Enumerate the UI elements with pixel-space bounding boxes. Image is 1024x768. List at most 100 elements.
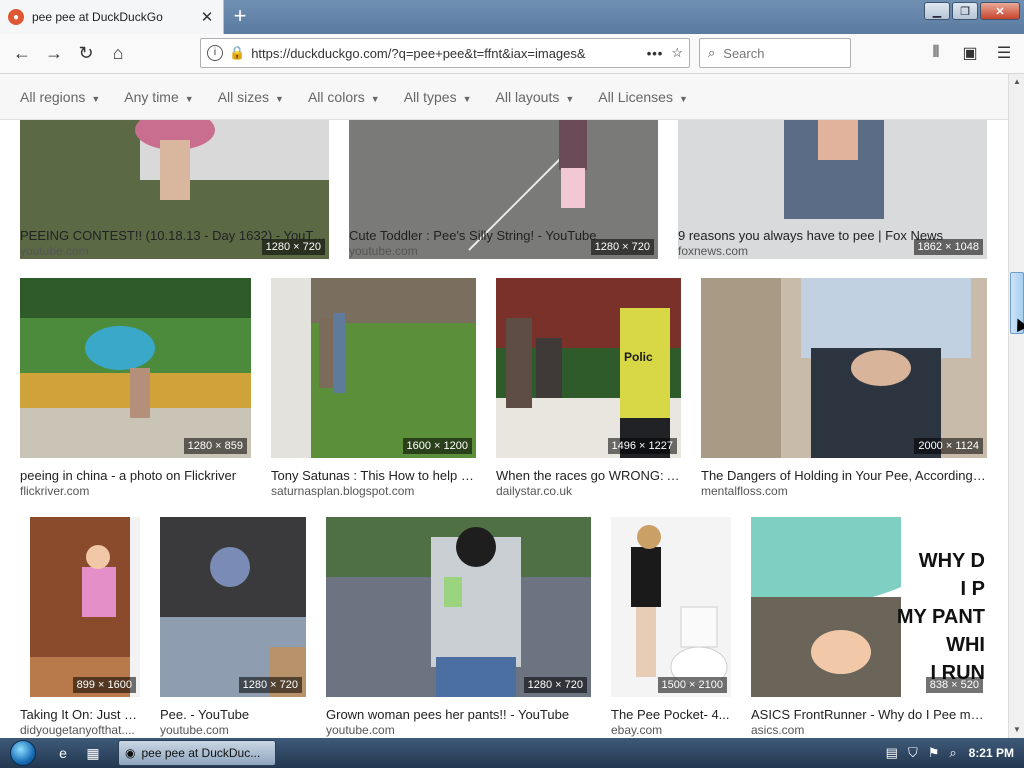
sidebar-icon[interactable]: ▣	[956, 38, 984, 68]
flag-icon[interactable]: ⚑	[928, 745, 940, 761]
filter-licenses[interactable]: All Licenses ▼	[598, 89, 688, 105]
result-domain[interactable]: foxnews.com	[678, 244, 987, 258]
image-dimensions: 1600 × 1200	[402, 438, 472, 454]
new-tab-button[interactable]: +	[226, 4, 254, 30]
chevron-down-icon: ▼	[184, 93, 194, 104]
result-domain[interactable]: youtube.com	[20, 244, 329, 258]
scroll-down-icon[interactable]: ▼	[1009, 722, 1024, 738]
result-thumbnail[interactable]: 2000 × 1124	[701, 278, 987, 458]
explorer-icon[interactable]: ▦	[80, 740, 106, 766]
result-thumbnail[interactable]: 1280 × 720	[326, 517, 591, 697]
page-actions-icon[interactable]: •••	[647, 46, 664, 61]
start-button[interactable]	[0, 738, 46, 768]
chevron-down-icon: ▼	[91, 93, 101, 104]
vertical-scrollbar[interactable]: ▲ ▼	[1008, 74, 1024, 738]
result-domain[interactable]: youtube.com	[326, 723, 591, 737]
result-domain[interactable]: mentalfloss.com	[701, 484, 987, 498]
image-result[interactable]: 1280 × 720 PEEING CONTEST!! (10.18.13 - …	[20, 120, 329, 260]
filter-layouts[interactable]: All layouts ▼	[496, 89, 575, 105]
shield-icon[interactable]: ⛉	[908, 745, 918, 761]
taskbar-window-button[interactable]: ◉ pee pee at DuckDuc...	[118, 740, 276, 766]
scroll-up-icon[interactable]: ▲	[1009, 74, 1024, 90]
window-titlebar: ● pee pee at DuckDuckGo ✕ + ▁ ❐ ✕	[0, 0, 1024, 34]
minimize-button[interactable]: ▁	[924, 2, 950, 20]
result-domain[interactable]: dailystar.co.uk	[496, 484, 681, 498]
result-thumbnail[interactable]: 1600 × 1200	[271, 278, 476, 458]
home-icon[interactable]: ⌂	[102, 38, 134, 70]
tab-title: pee pee at DuckDuckGo	[32, 10, 163, 24]
address-bar[interactable]: i 🔒 https://duckduckgo.com/?q=pee+pee&t=…	[200, 38, 690, 68]
browser-tab[interactable]: ● pee pee at DuckDuckGo ✕	[0, 0, 224, 34]
window-close-button[interactable]: ✕	[980, 2, 1020, 20]
image-result[interactable]: 2000 × 1124 The Dangers of Holding in Yo…	[701, 278, 987, 498]
result-title[interactable]: Tony Satunas : This How to help d...	[271, 468, 476, 483]
close-tab-icon[interactable]: ✕	[199, 8, 215, 26]
image-dimensions: 1280 × 859	[183, 438, 247, 454]
navigation-toolbar: ← → ↻ ⌂ i 🔒 https://duckduckgo.com/?q=pe…	[0, 34, 1024, 74]
result-title[interactable]: Pee. - YouTube	[160, 707, 306, 722]
image-result[interactable]: 1862 × 1048 9 reasons you always have to…	[678, 120, 987, 260]
filter-types[interactable]: All types ▼	[404, 89, 472, 105]
url-text[interactable]: https://duckduckgo.com/?q=pee+pee&t=ffnt…	[251, 46, 639, 61]
image-dimensions: 2000 × 1124	[914, 438, 983, 454]
image-result[interactable]: WHY D I P MY PANT WHI I RUN 838 × 520 AS…	[751, 517, 987, 738]
result-domain[interactable]: asics.com	[751, 723, 987, 737]
image-result[interactable]: 1500 × 2100 The Pee Pocket- 4... ebay.co…	[611, 517, 731, 738]
result-domain[interactable]: ebay.com	[611, 723, 731, 737]
maximize-button[interactable]: ❐	[952, 2, 978, 20]
image-result[interactable]: 1600 × 1200 Tony Satunas : This How to h…	[271, 278, 476, 498]
window-controls: ▁ ❐ ✕	[924, 2, 1020, 20]
internet-explorer-icon[interactable]: e	[50, 740, 76, 766]
image-filter-bar: All regions ▼ Any time ▼ All sizes ▼ All co…	[0, 74, 1008, 120]
clock[interactable]: 8:21 PM	[969, 746, 1014, 760]
image-result[interactable]: 1280 × 720 Grown woman pees her pants!! …	[326, 517, 591, 738]
windows-logo-icon	[10, 740, 36, 766]
result-domain[interactable]: youtube.com	[349, 244, 658, 258]
image-results: 1280 × 720 PEEING CONTEST!! (10.18.13 - …	[0, 120, 1008, 738]
result-title[interactable]: When the races go WRONG: A...	[496, 468, 681, 483]
result-thumbnail[interactable]: WHY D I P MY PANT WHI I RUN 838 × 520	[751, 517, 987, 697]
image-result[interactable]: Polic 1496 × 1227 When the races go WRON…	[496, 278, 681, 498]
result-title[interactable]: Grown woman pees her pants!! - YouTube	[326, 707, 591, 722]
filter-regions[interactable]: All regions ▼	[20, 89, 100, 105]
filter-time[interactable]: Any time ▼	[124, 89, 193, 105]
image-result[interactable]: 1280 × 859 peeing in china - a photo on …	[20, 278, 251, 498]
filter-sizes[interactable]: All sizes ▼	[218, 89, 284, 105]
system-tray: ▤ ⛉ ⚑ ⌕ 8:21 PM	[876, 738, 1024, 768]
result-title[interactable]: PEEING CONTEST!! (10.18.13 - Day 1632) -…	[20, 228, 329, 243]
result-title[interactable]: 9 reasons you always have to pee | Fox N…	[678, 228, 987, 243]
result-title[interactable]: peeing in china - a photo on Flickriver	[20, 468, 251, 483]
search-icon[interactable]: ⌕	[949, 745, 956, 761]
library-icon[interactable]: ⫴	[922, 38, 950, 68]
filter-colors[interactable]: All colors ▼	[308, 89, 380, 105]
result-title[interactable]: Cute Toddler : Pee's Silly String! - You…	[349, 228, 658, 243]
back-icon[interactable]: ←	[6, 38, 38, 70]
image-result[interactable]: 1280 × 720 Cute Toddler : Pee's Silly St…	[349, 120, 658, 260]
result-title[interactable]: The Dangers of Holding in Your Pee, Acco…	[701, 468, 987, 483]
toolbar-right: ⫴ ▣ ☰	[922, 38, 1018, 68]
image-result[interactable]: 899 × 1600 Taking It On: Just s... didyo…	[20, 517, 140, 738]
image-dimensions: 899 × 1600	[72, 677, 136, 693]
menu-icon[interactable]: ☰	[990, 38, 1018, 68]
image-result[interactable]: 1280 × 720 Pee. - YouTube youtube.com	[160, 517, 306, 738]
reload-icon[interactable]: ↻	[70, 38, 102, 70]
result-thumbnail[interactable]: 1280 × 859	[20, 278, 251, 458]
result-title[interactable]: Taking It On: Just s...	[20, 707, 140, 722]
result-title[interactable]: ASICS FrontRunner - Why do I Pee my ...	[751, 707, 987, 722]
result-domain[interactable]: flickriver.com	[20, 484, 251, 498]
result-domain[interactable]: youtube.com	[160, 723, 306, 737]
result-thumbnail[interactable]: Polic 1496 × 1227	[496, 278, 681, 458]
result-title[interactable]: The Pee Pocket- 4...	[611, 707, 731, 722]
search-icon: ⌕	[708, 45, 716, 60]
search-input[interactable]: ⌕ Search	[699, 38, 851, 68]
info-icon[interactable]: i	[207, 45, 223, 61]
network-icon[interactable]: ▤	[886, 745, 898, 761]
result-thumbnail[interactable]: 1500 × 2100	[611, 517, 731, 697]
result-domain[interactable]: didyougetanyofthat....	[20, 723, 140, 737]
result-thumbnail[interactable]: 1280 × 720	[160, 517, 306, 697]
forward-icon[interactable]: →	[38, 38, 70, 70]
result-thumbnail[interactable]: 899 × 1600	[20, 517, 140, 697]
chevron-down-icon: ▼	[565, 93, 575, 104]
bookmark-star-icon[interactable]: ☆	[671, 45, 683, 61]
result-domain[interactable]: saturnasplan.blogspot.com	[271, 484, 476, 498]
